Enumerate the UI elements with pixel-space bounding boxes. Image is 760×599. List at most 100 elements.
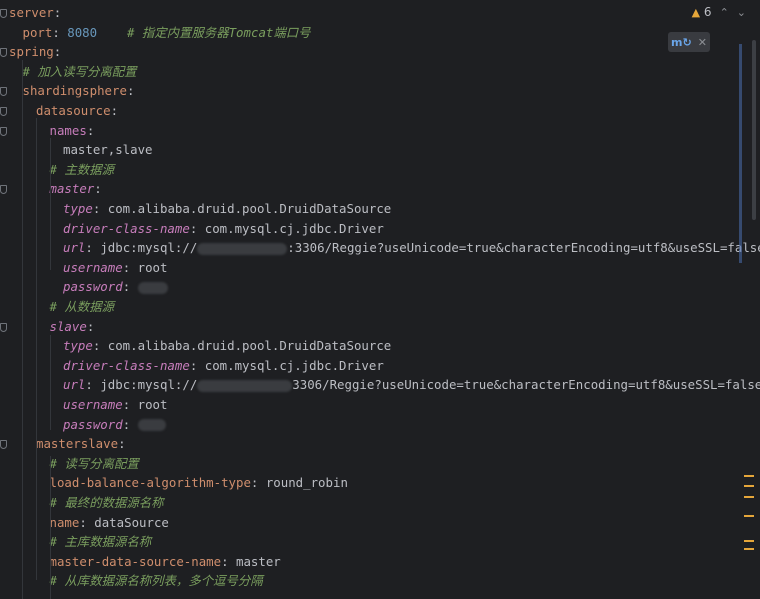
- warning-marker[interactable]: [744, 548, 754, 550]
- code-line[interactable]: driver-class-name: com.mysql.cj.jdbc.Dri…: [63, 356, 384, 376]
- code-line[interactable]: master:: [50, 179, 102, 199]
- yaml-key: driver-class-name: [63, 357, 190, 373]
- redacted-value: [197, 379, 293, 392]
- code-line[interactable]: shardingsphere:: [23, 81, 135, 101]
- code-line[interactable]: spring:: [9, 42, 61, 62]
- fold-toggle-icon[interactable]: [0, 322, 7, 332]
- code-line[interactable]: slave:: [50, 317, 95, 337]
- code-line[interactable]: # 从库数据源名称列表，多个逗号分隔: [50, 571, 263, 591]
- warning-marker[interactable]: [744, 485, 754, 487]
- yaml-comment: # 从数据源: [49, 299, 114, 314]
- yaml-separator: :: [122, 397, 138, 412]
- code-line[interactable]: type: com.alibaba.druid.pool.DruidDataSo…: [63, 336, 391, 356]
- code-line[interactable]: name: dataSource: [50, 513, 169, 533]
- yaml-key: master-data-source-name: [49, 553, 222, 569]
- yaml-separator: :: [92, 201, 108, 216]
- fold-toggle-icon[interactable]: [0, 9, 7, 18]
- yaml-key: masterslave: [36, 436, 119, 452]
- code-line[interactable]: load-balance-algorithm-type: round_robin: [50, 473, 348, 493]
- code-line[interactable]: datasource:: [36, 101, 118, 121]
- yaml-comment: # 主数据源: [49, 161, 114, 177]
- warning-marker[interactable]: [744, 515, 754, 517]
- code-line[interactable]: username: root: [63, 395, 167, 415]
- code-line[interactable]: # 从数据源: [50, 297, 114, 317]
- code-line[interactable]: # 主库数据源名称: [50, 532, 152, 552]
- yaml-value-continued: :3306/Reggie?useUnicode=true&characterEn…: [287, 240, 760, 256]
- yaml-key: username: [63, 397, 123, 412]
- code-line[interactable]: names:: [50, 121, 95, 141]
- yaml-key: type: [63, 338, 93, 354]
- yaml-separator: :: [86, 318, 95, 334]
- yaml-key: master: [49, 181, 95, 197]
- yaml-separator: :: [189, 357, 205, 373]
- warning-marker[interactable]: [744, 496, 754, 498]
- yaml-separator: :: [110, 103, 119, 118]
- yaml-value: root: [137, 259, 168, 275]
- code-line[interactable]: password:: [63, 277, 168, 297]
- next-highlight-icon[interactable]: ⌄: [737, 6, 746, 19]
- yaml-separator: :: [221, 553, 236, 569]
- fold-toggle-icon[interactable]: [0, 107, 7, 116]
- yaml-value: round_robin: [265, 475, 348, 491]
- indent-guide: [36, 118, 37, 580]
- warning-marker[interactable]: [744, 475, 754, 477]
- code-line[interactable]: # 主数据源: [50, 160, 114, 180]
- code-line[interactable]: # 加入读写分离配置: [23, 62, 137, 82]
- code-line[interactable]: type: com.alibaba.druid.pool.DruidDataSo…: [63, 199, 391, 219]
- yaml-comment: # 从库数据源名称列表，多个逗号分隔: [49, 573, 263, 589]
- yaml-key: spring: [9, 44, 54, 60]
- yaml-key: password: [63, 416, 123, 432]
- yaml-value: dataSource: [94, 514, 169, 530]
- fold-toggle-icon[interactable]: [0, 126, 7, 136]
- code-line[interactable]: password:: [63, 415, 166, 435]
- code-line[interactable]: master,slave: [63, 140, 153, 160]
- code-line[interactable]: url: jdbc:mysql://:3306/Reggie?useUnicod…: [63, 238, 760, 258]
- warning-count: 6: [703, 5, 712, 19]
- yaml-comment: # 加入读写分离配置: [22, 63, 137, 79]
- yaml-separator: :: [126, 83, 135, 99]
- yaml-separator: :: [53, 44, 62, 60]
- yaml-value-continued: 3306/Reggie?useUnicode=true&characterEnc…: [292, 377, 760, 393]
- code-line[interactable]: server:: [9, 3, 61, 23]
- fold-toggle-icon[interactable]: [0, 440, 7, 450]
- yaml-comment: # 主库数据源名称: [49, 534, 152, 550]
- yaml-separator: :: [92, 338, 108, 354]
- code-line[interactable]: master-data-source-name: master: [50, 552, 281, 572]
- previous-highlight-icon[interactable]: ⌃: [720, 6, 729, 19]
- floating-toolbar: m↻ ✕: [668, 32, 710, 52]
- yaml-separator: :: [86, 122, 95, 138]
- code-line[interactable]: driver-class-name: com.mysql.cj.jdbc.Dri…: [63, 219, 384, 239]
- code-line[interactable]: username: root: [63, 258, 167, 278]
- yaml-separator: :: [189, 220, 205, 236]
- yaml-key: username: [63, 259, 123, 275]
- fold-toggle-icon[interactable]: [0, 48, 7, 58]
- redacted-value: [137, 419, 166, 432]
- scrollbar-thumb[interactable]: [752, 40, 756, 220]
- warning-indicator[interactable]: ▲ 6: [692, 5, 712, 19]
- yaml-value: jdbc:mysql://: [100, 377, 198, 393]
- yaml-key: name: [49, 514, 80, 530]
- yaml-separator: :: [122, 259, 138, 275]
- yaml-key: driver-class-name: [63, 220, 190, 236]
- yaml-separator: :: [122, 279, 138, 295]
- code-line[interactable]: port: 8080 # 指定内置服务器Tomcat端口号: [23, 23, 311, 43]
- code-line[interactable]: masterslave:: [36, 434, 126, 454]
- inspection-widget: ▲ 6 ⌃ ⌄: [692, 4, 746, 20]
- maven-reload-icon[interactable]: m↻: [671, 36, 692, 49]
- indent-guide: [50, 335, 51, 430]
- yaml-comment: # 指定内置服务器Tomcat端口号: [97, 24, 311, 40]
- yaml-key: url: [63, 377, 86, 393]
- yaml-separator: :: [85, 240, 101, 256]
- yaml-value: root: [137, 397, 168, 412]
- close-icon[interactable]: ✕: [698, 36, 707, 49]
- code-line[interactable]: url: jdbc:mysql:// 3306/Reggie?useUnicode…: [63, 375, 760, 395]
- code-line[interactable]: # 最终的数据源名称: [50, 493, 164, 513]
- yaml-key: shardingsphere: [22, 83, 127, 99]
- warning-marker[interactable]: [744, 540, 754, 542]
- yaml-value: 8080: [67, 24, 98, 40]
- yaml-separator: :: [53, 5, 62, 20]
- vertical-scrollbar[interactable]: [739, 44, 742, 263]
- yaml-separator: :: [79, 514, 95, 530]
- code-editor[interactable]: server: port: 8080 # 指定内置服务器Tomcat端口号 spri…: [0, 0, 760, 599]
- code-line[interactable]: # 读写分离配置: [50, 454, 139, 474]
